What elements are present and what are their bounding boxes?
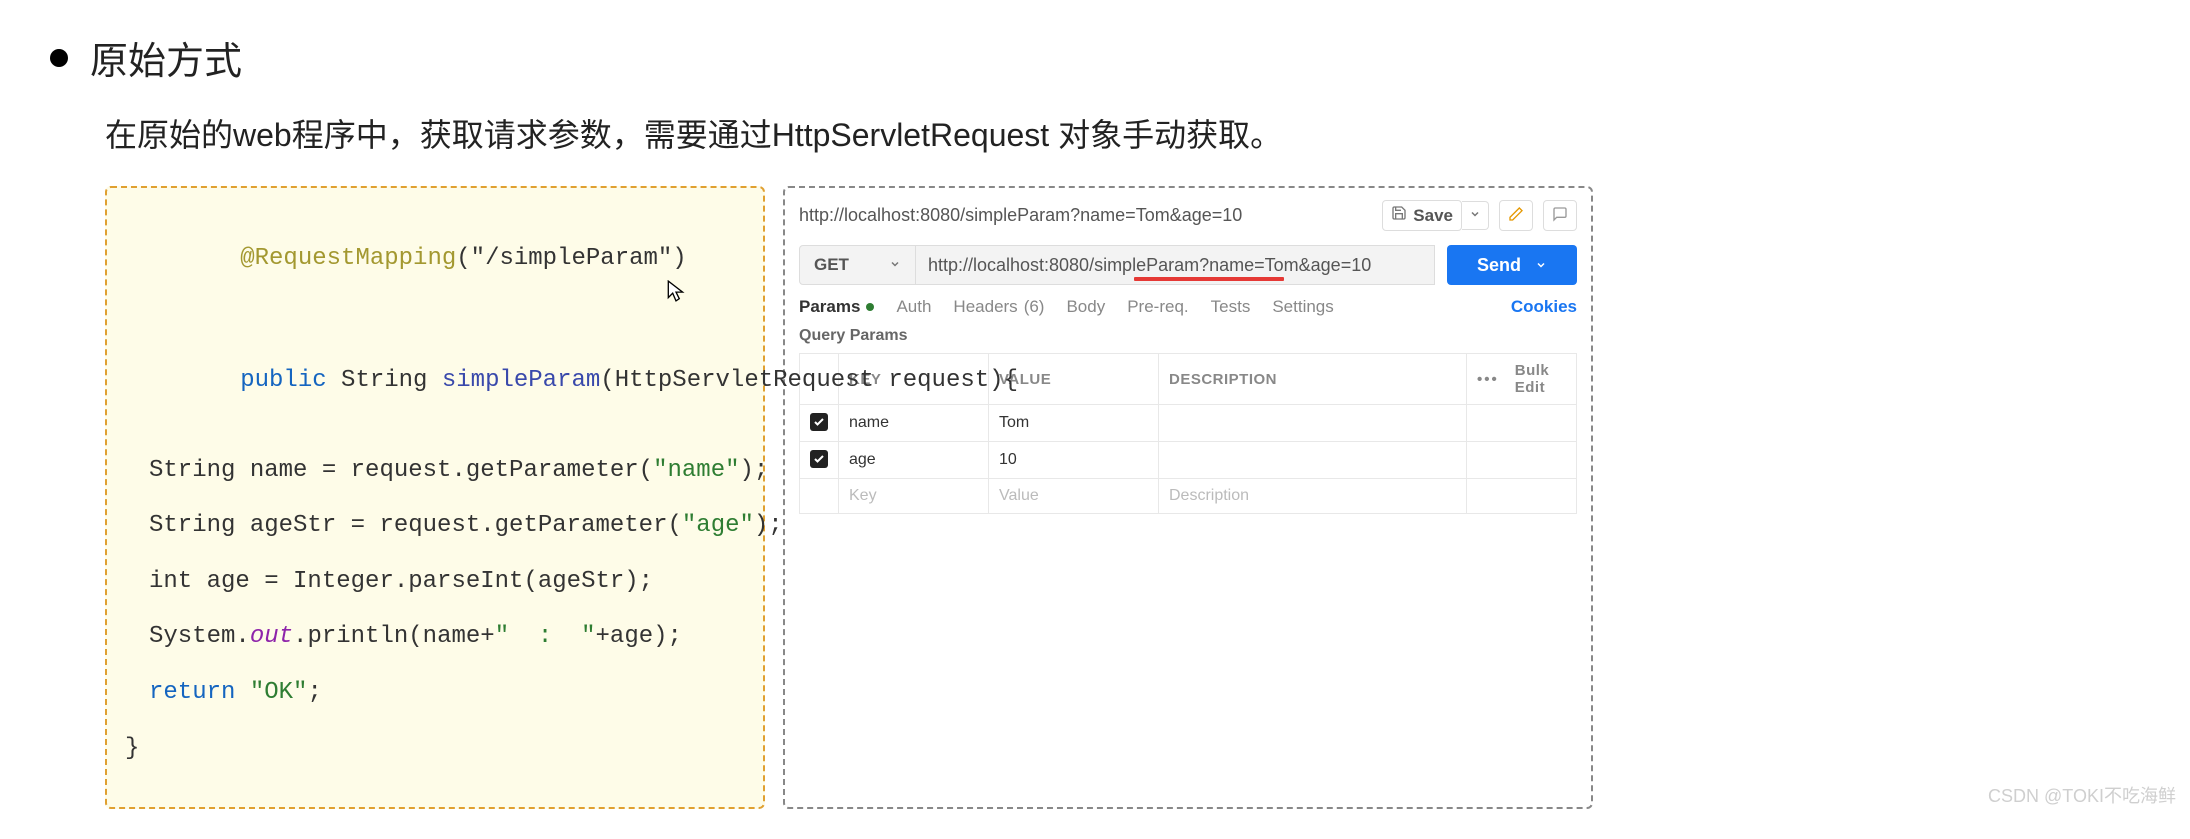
request-title: http://localhost:8080/simpleParam?name=T… <box>799 205 1372 226</box>
code-l5: int age = Integer.parseInt(ageStr); <box>125 565 653 599</box>
url-text: http://localhost:8080/simpleParam?name=T… <box>928 255 1371 276</box>
code-l6c: .println(name+ <box>293 623 495 650</box>
code-l3a: String name = request.getParameter( <box>149 457 653 484</box>
param-key-placeholder[interactable]: Key <box>839 479 989 514</box>
param-value-placeholder[interactable]: Value <box>989 479 1159 514</box>
save-button[interactable]: Save <box>1382 200 1462 231</box>
param-key[interactable]: name <box>839 405 989 442</box>
annotation: @RequestMapping <box>240 245 456 272</box>
more-icon[interactable]: ••• <box>1477 371 1499 388</box>
cookies-link[interactable]: Cookies <box>1511 297 1577 317</box>
method-label: GET <box>814 255 849 275</box>
heading-row: 原始方式 <box>50 30 2140 85</box>
url-highlight <box>1134 277 1284 281</box>
table-row-new: KeyValueDescription <box>800 479 1577 514</box>
tab-auth[interactable]: Auth <box>896 297 931 317</box>
bulk-edit-link[interactable]: Bulk Edit <box>1515 362 1566 396</box>
bullet-icon <box>50 49 68 67</box>
fn-name: simpleParam <box>442 367 600 394</box>
tab-params-label: Params <box>799 297 860 317</box>
tab-settings-label: Settings <box>1272 297 1333 317</box>
tab-tests-label: Tests <box>1211 297 1251 317</box>
code-l7b: "OK" <box>235 679 307 706</box>
kw-return: return <box>149 679 235 706</box>
comment-button[interactable] <box>1543 200 1577 231</box>
pencil-icon <box>1508 206 1524 225</box>
page-title: 原始方式 <box>90 30 242 85</box>
code-l4c: ); <box>754 512 783 539</box>
tab-headers-label: Headers <box>953 297 1017 317</box>
mapping-arg: ("/simpleParam") <box>456 245 686 272</box>
chevron-down-icon <box>1535 255 1547 276</box>
checkbox[interactable] <box>810 413 828 431</box>
th-actions: ••• Bulk Edit <box>1467 354 1577 405</box>
tab-tests[interactable]: Tests <box>1211 297 1251 317</box>
table-row: nameTom <box>800 405 1577 442</box>
checkbox[interactable] <box>810 450 828 468</box>
comment-icon <box>1552 206 1568 225</box>
code-l6b: out <box>250 623 293 650</box>
code-l4b: "age" <box>682 512 754 539</box>
method-select[interactable]: GET <box>799 245 916 285</box>
code-block: @RequestMapping("/simpleParam") public S… <box>105 186 765 809</box>
tab-body[interactable]: Body <box>1066 297 1105 317</box>
tab-headers[interactable]: Headers (6) <box>953 297 1044 317</box>
tab-prereq[interactable]: Pre-req. <box>1127 297 1188 317</box>
code-l7c: ; <box>307 679 321 706</box>
api-panel: http://localhost:8080/simpleParam?name=T… <box>783 186 1593 809</box>
code-close: } <box>125 732 745 766</box>
code-l4a: String ageStr = request.getParameter( <box>149 512 682 539</box>
save-icon <box>1391 205 1407 226</box>
tab-auth-label: Auth <box>896 297 931 317</box>
headers-count: (6) <box>1024 297 1045 317</box>
save-label: Save <box>1413 206 1453 226</box>
tab-settings[interactable]: Settings <box>1272 297 1333 317</box>
param-key[interactable]: age <box>839 442 989 479</box>
param-actions <box>1467 405 1577 442</box>
tab-body-label: Body <box>1066 297 1105 317</box>
kw-public: public <box>240 367 326 394</box>
param-actions <box>1467 442 1577 479</box>
th-description: DESCRIPTION <box>1159 354 1467 405</box>
edit-button[interactable] <box>1499 200 1533 231</box>
save-dropdown-button[interactable] <box>1462 201 1489 230</box>
param-value[interactable]: 10 <box>989 442 1159 479</box>
param-desc-placeholder[interactable]: Description <box>1159 479 1467 514</box>
code-l3b: "name" <box>653 457 739 484</box>
tab-prereq-label: Pre-req. <box>1127 297 1188 317</box>
ret-type: String <box>327 367 442 394</box>
watermark: CSDN @TOKI不吃海鲜 <box>1988 782 2176 808</box>
description-text: 在原始的web程序中，获取请求参数，需要通过HttpServletRequest… <box>105 110 2140 156</box>
code-l6d: " : " <box>495 623 596 650</box>
send-label: Send <box>1477 255 1521 276</box>
tabs-row: Params Auth Headers (6) Body Pre-req. Te… <box>799 297 1577 317</box>
fn-params: (HttpServletRequest request){ <box>600 367 1018 394</box>
url-input[interactable]: http://localhost:8080/simpleParam?name=T… <box>916 245 1435 285</box>
table-row: age10 <box>800 442 1577 479</box>
tab-params[interactable]: Params <box>799 297 874 317</box>
param-value[interactable]: Tom <box>989 405 1159 442</box>
code-l6a: System. <box>149 623 250 650</box>
param-desc[interactable] <box>1159 405 1467 442</box>
send-button[interactable]: Send <box>1447 245 1577 285</box>
chevron-down-icon <box>889 255 901 275</box>
param-actions <box>1467 479 1577 514</box>
param-desc[interactable] <box>1159 442 1467 479</box>
section-query-params: Query Params <box>799 327 1577 345</box>
checkbox-empty[interactable] <box>800 479 839 514</box>
code-l6e: +age); <box>596 623 682 650</box>
code-l3c: ); <box>740 457 769 484</box>
dot-icon <box>866 303 874 311</box>
